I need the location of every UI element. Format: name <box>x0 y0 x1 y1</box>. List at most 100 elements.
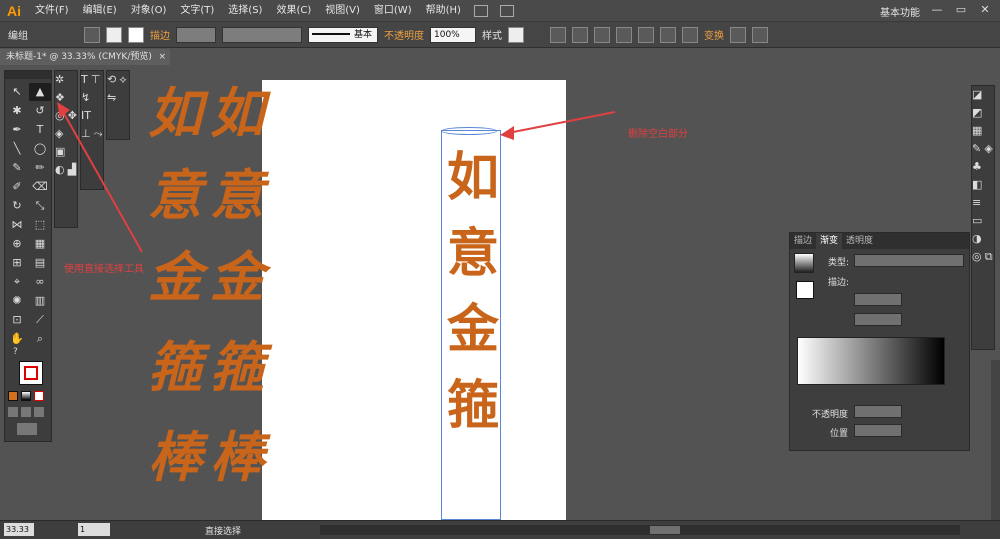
line-tool-icon[interactable]: ╲ <box>6 140 28 158</box>
transform-icon[interactable] <box>730 26 746 43</box>
zoom-icon[interactable]: ⌕ <box>29 330 51 348</box>
align-center-icon[interactable] <box>594 26 610 43</box>
calligraphy-right-2[interactable]: 意 <box>210 168 264 222</box>
arrange-documents-icon[interactable] <box>499 4 514 17</box>
reshape-icon[interactable]: ⟡ <box>119 73 126 86</box>
draw-behind-icon[interactable] <box>21 407 31 417</box>
symbol-styler-icon[interactable]: ◐ <box>55 163 65 176</box>
menu-effect[interactable]: 效果(C) <box>269 0 318 22</box>
direct-selection-tool-icon[interactable]: ▲ <box>29 83 51 101</box>
brushes-icon[interactable]: ✎ <box>972 142 981 155</box>
menu-view[interactable]: 视图(V) <box>318 0 367 22</box>
magic-wand-icon[interactable]: ✱ <box>6 102 28 120</box>
calligraphy-left-3[interactable]: 金 <box>148 250 202 304</box>
transparency-icon[interactable]: ◑ <box>972 232 982 245</box>
symbol-sizer-icon[interactable]: ◎ <box>55 109 65 122</box>
stroke-weight-field[interactable] <box>176 26 216 43</box>
menu-type[interactable]: 文字(T) <box>173 0 221 22</box>
vertical-scrollbar[interactable] <box>991 360 1000 520</box>
area-type-icon[interactable]: ⊤ <box>91 73 101 86</box>
pencil-icon[interactable]: ✏ <box>29 159 51 177</box>
menu-window[interactable]: 窗口(W) <box>367 0 419 22</box>
none-mode-icon[interactable] <box>34 391 44 401</box>
gradient-panel-icon[interactable]: ▭ <box>972 214 982 227</box>
symbol-screener-icon[interactable]: ▣ <box>55 145 65 158</box>
calligraphy-left-5[interactable]: 棒 <box>148 430 202 484</box>
appearance-icon[interactable]: ◎ <box>972 250 982 263</box>
document-tab[interactable]: 未标题-1* @ 33.33% (CMYK/预览) × <box>0 49 170 65</box>
calligraphy-left-2[interactable]: 意 <box>148 168 202 222</box>
menu-file[interactable]: 文件(F) <box>28 0 76 22</box>
align-icon[interactable] <box>572 26 588 43</box>
recolor-artwork-icon[interactable] <box>550 26 566 43</box>
gradient-mode-icon[interactable] <box>21 391 31 401</box>
eyedropper-icon[interactable]: ⌖ <box>6 273 28 291</box>
workspace-switcher[interactable]: 基本功能 <box>880 4 920 19</box>
align-middle-icon[interactable] <box>660 26 676 43</box>
stroke-color-swatch[interactable] <box>128 26 144 43</box>
align-right-icon[interactable] <box>616 26 632 43</box>
opacity-label[interactable]: 不透明度 <box>384 27 424 42</box>
gradient-tool-icon[interactable]: ▤ <box>29 254 51 272</box>
close-icon[interactable]: ✕ <box>974 2 996 18</box>
fill-color-swatch[interactable] <box>106 26 122 43</box>
vertical-area-type-icon[interactable]: ⊥ <box>81 127 91 140</box>
pen-tool-icon[interactable]: ✒ <box>6 121 28 139</box>
eraser-icon[interactable]: ⌫ <box>29 178 51 196</box>
shape-builder-icon[interactable]: ⊕ <box>6 235 28 253</box>
stroke-label[interactable]: 描边 <box>150 27 170 42</box>
layers-icon[interactable]: ◈ <box>984 142 992 155</box>
stroke-panel-icon[interactable]: ≡ <box>972 196 981 209</box>
slice-icon[interactable]: ⟋ <box>29 311 51 329</box>
graphic-style-swatch[interactable] <box>508 26 524 43</box>
hand-icon[interactable]: ✋ <box>6 330 28 348</box>
reflect-icon[interactable]: ⇋ <box>107 91 116 104</box>
symbol-sprayer-icon[interactable]: ✺ <box>6 292 28 310</box>
transform-label[interactable]: 变换 <box>704 27 724 42</box>
stroke-swatch[interactable] <box>24 366 38 380</box>
type-icon[interactable]: T <box>81 73 88 86</box>
tab-stroke[interactable]: 描边 <box>790 233 816 249</box>
screen-mode-icon[interactable] <box>17 423 37 435</box>
color-panel-icon[interactable]: ◪ <box>972 88 982 101</box>
calligraphy-left-4[interactable]: 箍 <box>148 340 202 394</box>
graph-icon[interactable]: ▟ <box>68 163 76 176</box>
free-transform-icon[interactable]: ⬚ <box>29 216 51 234</box>
gradient-thumbnail[interactable] <box>794 253 814 273</box>
symbol-spinner-icon[interactable]: ✥ <box>68 109 77 122</box>
artboard-tool-icon[interactable]: ⊡ <box>6 311 28 329</box>
calligraphy-right-1[interactable]: 如 <box>210 86 264 140</box>
horizontal-scroll-thumb[interactable] <box>650 526 680 534</box>
tab-transparency[interactable]: 透明度 <box>842 233 877 249</box>
symbols-icon[interactable]: ♣ <box>972 160 982 173</box>
ellipse-tool-icon[interactable]: ◯ <box>29 140 51 158</box>
variable-width-field[interactable] <box>222 26 302 43</box>
column-graph-icon[interactable]: ▥ <box>29 292 51 310</box>
rotate-icon[interactable]: ↻ <box>6 197 28 215</box>
mesh-icon[interactable]: ⊞ <box>6 254 28 272</box>
vertical-type-icon[interactable]: IT <box>81 109 91 122</box>
artboard[interactable] <box>262 80 566 520</box>
symbol-shifter-icon[interactable]: ✲ <box>55 73 64 86</box>
blob-brush-icon[interactable]: ✐ <box>6 178 28 196</box>
gradient-position-select[interactable] <box>854 424 902 437</box>
rotate-view-icon[interactable]: ⟲ <box>107 73 116 86</box>
symbol-stainer-icon[interactable]: ◈ <box>55 127 63 140</box>
selection-bounding-box[interactable] <box>441 130 501 520</box>
lasso-icon[interactable]: ↺ <box>29 102 51 120</box>
selection-top-path[interactable] <box>441 127 497 135</box>
align-bottom-icon[interactable] <box>682 26 698 43</box>
zoom-field[interactable]: 33.33 <box>4 523 34 536</box>
draw-normal-icon[interactable] <box>8 407 18 417</box>
gradient-opacity-select[interactable] <box>854 405 902 418</box>
perspective-grid-icon[interactable]: ▦ <box>29 235 51 253</box>
artboards-icon[interactable]: ⧉ <box>985 250 993 263</box>
scale-icon[interactable]: ⤡ <box>29 197 51 215</box>
menu-select[interactable]: 选择(S) <box>221 0 269 22</box>
swatches-icon[interactable]: ▦ <box>972 124 982 137</box>
panel-menu-icon[interactable] <box>752 26 768 43</box>
vertical-path-type-icon[interactable]: ⤳ <box>94 127 103 140</box>
gradient-slider[interactable] <box>797 337 945 385</box>
calligraphy-right-5[interactable]: 棒 <box>210 430 264 484</box>
draw-inside-icon[interactable] <box>34 407 44 417</box>
